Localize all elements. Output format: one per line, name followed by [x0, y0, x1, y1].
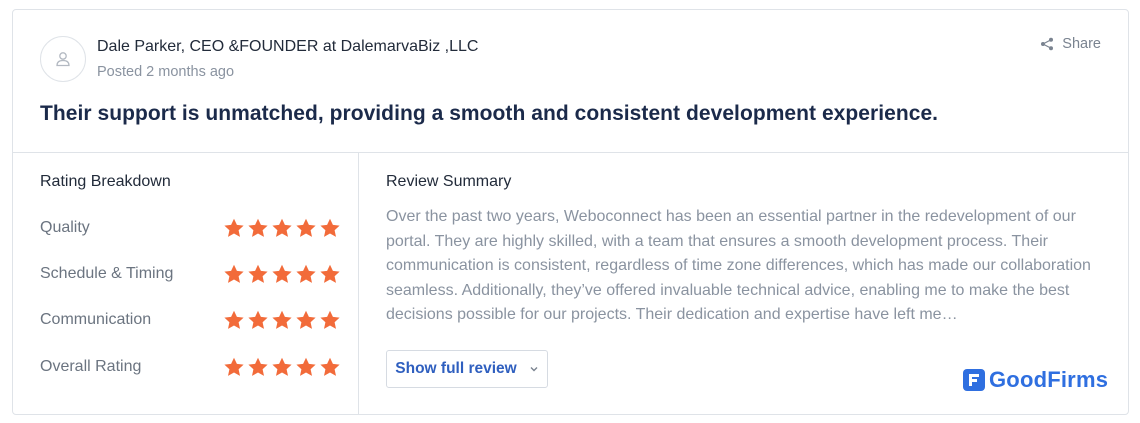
star-icon — [224, 310, 244, 329]
rating-row-schedule: Schedule & Timing — [40, 261, 341, 287]
star-icon — [248, 218, 268, 237]
star-icon — [272, 310, 292, 329]
rating-row-overall: Overall Rating — [40, 354, 341, 380]
rating-breakdown-title: Rating Breakdown — [40, 173, 171, 190]
star-icon — [296, 357, 316, 376]
chevron-down-icon — [530, 367, 538, 372]
rating-row-communication: Communication — [40, 307, 341, 333]
star-icon — [272, 218, 292, 237]
star-icon — [248, 310, 268, 329]
rating-label: Communication — [40, 311, 152, 328]
review-summary-text: Over the past two years, Weboconnect has… — [386, 208, 1091, 324]
star-icon — [296, 218, 316, 237]
rating-label: Overall Rating — [40, 358, 142, 375]
share-label: Share — [1062, 36, 1101, 52]
star-icon — [224, 357, 244, 376]
posted-date: Posted 2 months ago — [97, 64, 235, 80]
avatar — [40, 36, 86, 82]
user-icon — [56, 52, 70, 67]
rating-label: Schedule & Timing — [40, 265, 174, 282]
star-rating — [223, 309, 341, 331]
star-icon — [224, 218, 244, 237]
star-rating — [223, 217, 341, 239]
divider-horizontal — [13, 152, 1128, 153]
goodfirms-logo-text: GoodFirms — [989, 367, 1109, 392]
star-rating — [223, 263, 341, 285]
show-full-review-label: Show full review — [395, 360, 517, 377]
star-icon — [320, 357, 340, 376]
star-rating — [223, 356, 341, 378]
star-icon — [320, 218, 340, 237]
show-full-review-button[interactable]: Show full review — [386, 350, 548, 388]
divider-vertical — [358, 153, 359, 414]
star-icon — [320, 310, 340, 329]
star-icon — [248, 264, 268, 283]
share-icon — [1041, 37, 1054, 51]
review-headline: Their support is unmatched, providing a … — [40, 102, 939, 125]
star-icon — [320, 264, 340, 283]
star-icon — [296, 264, 316, 283]
share-button[interactable]: Share — [1040, 36, 1101, 52]
star-icon — [272, 264, 292, 283]
rating-row-quality: Quality — [40, 215, 341, 241]
star-icon — [296, 310, 316, 329]
review-summary-title: Review Summary — [386, 173, 512, 190]
star-icon — [272, 357, 292, 376]
goodfirms-logo-icon — [963, 369, 985, 391]
star-icon — [248, 357, 268, 376]
rating-label: Quality — [40, 219, 90, 236]
reviewer-name: Dale Parker, CEO &FOUNDER at DalemarvaBi… — [97, 38, 479, 55]
star-icon — [224, 264, 244, 283]
goodfirms-logo: GoodFirms — [963, 367, 1108, 393]
review-card: Dale Parker, CEO &FOUNDER at DalemarvaBi… — [12, 9, 1129, 415]
